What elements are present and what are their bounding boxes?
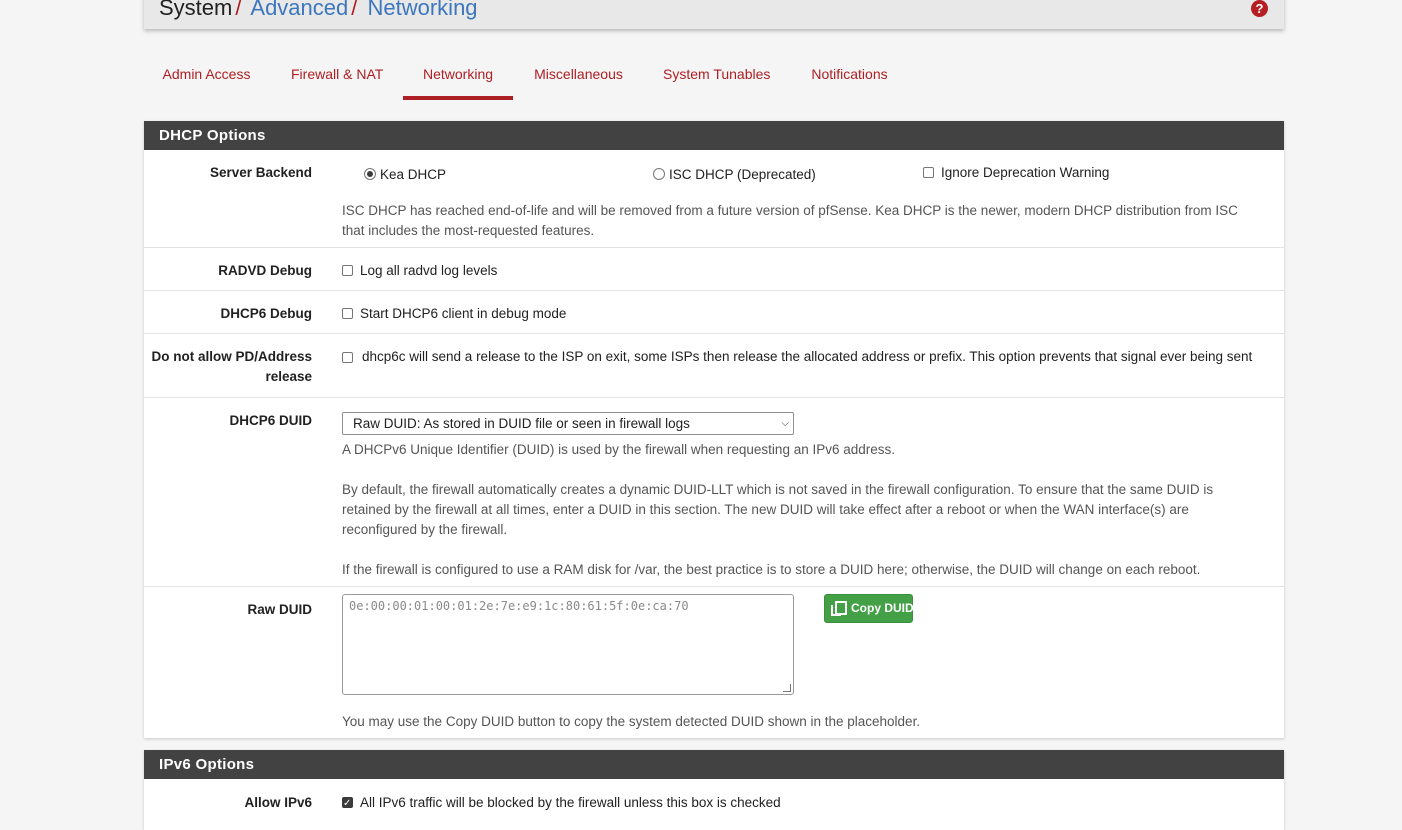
dhcp6-duid-label: DHCP6 DUID: [229, 413, 312, 428]
duid-help-1: A DHCPv6 Unique Identifier (DUID) is use…: [342, 442, 896, 457]
copy-duid-button[interactable]: Copy DUID: [824, 594, 914, 623]
no-release-checkbox[interactable]: [342, 352, 353, 363]
radvd-debug-row: RADVD Debug Log all radvd log levels: [144, 248, 1284, 291]
tab-miscellaneous[interactable]: Miscellaneous: [514, 50, 643, 98]
kea-dhcp-option[interactable]: Kea DHCP: [364, 165, 446, 185]
allow-ipv6-label: Allow IPv6: [244, 795, 312, 810]
tab-system-tunables[interactable]: System Tunables: [644, 50, 789, 98]
duid-type-selected: Raw DUID: As stored in DUID file or seen…: [353, 416, 690, 431]
radvd-debug-label: RADVD Debug: [218, 263, 312, 278]
panel-heading: IPv6 Options: [144, 750, 1284, 779]
dhcp-options-panel: DHCP Options Server Backend Kea DHCP ISC…: [144, 121, 1284, 738]
raw-duid-help: You may use the Copy DUID button to copy…: [342, 714, 921, 729]
dhcp6-debug-text: Start DHCP6 client in debug mode: [360, 306, 567, 321]
server-backend-label: Server Backend: [209, 165, 312, 180]
breadcrumb-advanced[interactable]: Advanced: [250, 0, 348, 20]
breadcrumb-separator: /: [351, 0, 358, 20]
isc-dhcp-radio[interactable]: [653, 168, 665, 180]
isc-dhcp-label: ISC DHCP (Deprecated): [669, 167, 816, 182]
breadcrumb: System / Advanced / Networking: [159, 0, 478, 20]
ipv6-options-panel: IPv6 Options Allow IPv6 All IPv6 traffic…: [144, 750, 1284, 830]
allow-ipv6-text: All IPv6 traffic will be blocked by the …: [360, 795, 781, 810]
ignore-deprecation-option[interactable]: Ignore Deprecation Warning: [923, 163, 1109, 183]
raw-duid-textarea[interactable]: 0e:00:00:01:00:01:2e:7e:e9:1c:80:61:5f:0…: [342, 594, 794, 695]
dhcp6-debug-label: DHCP6 Debug: [220, 306, 312, 321]
server-backend-help: ISC DHCP has reached end-of-life and wil…: [342, 203, 1238, 238]
dhcp6-debug-checkbox[interactable]: [342, 308, 353, 319]
server-backend-row: Server Backend Kea DHCP ISC DHCP (Deprec…: [144, 150, 1284, 248]
kea-dhcp-label: Kea DHCP: [380, 167, 447, 182]
duid-type-select[interactable]: Raw DUID: As stored in DUID file or seen…: [342, 412, 794, 435]
tab-networking[interactable]: Networking: [403, 50, 513, 100]
tab-admin-access[interactable]: Admin Access: [143, 50, 270, 98]
no-release-option[interactable]: dhcp6c will send a release to the ISP on…: [342, 347, 1260, 367]
dhcp6-duid-row: DHCP6 DUID Raw DUID: As stored in DUID f…: [144, 398, 1284, 587]
panel-heading: DHCP Options: [144, 121, 1284, 150]
radvd-debug-checkbox[interactable]: [342, 265, 353, 276]
radvd-debug-option[interactable]: Log all radvd log levels: [342, 261, 1260, 281]
no-release-text: dhcp6c will send a release to the ISP on…: [362, 349, 1253, 364]
raw-duid-placeholder: 0e:00:00:01:00:01:2e:7e:e9:1c:80:61:5f:0…: [349, 599, 689, 613]
allow-ipv6-option[interactable]: All IPv6 traffic will be blocked by the …: [342, 793, 1260, 814]
kea-dhcp-radio[interactable]: [364, 168, 376, 180]
tab-firewall-nat[interactable]: Firewall & NAT: [272, 50, 402, 98]
dhcp6-debug-row: DHCP6 Debug Start DHCP6 client in debug …: [144, 291, 1284, 334]
allow-ipv6-row: Allow IPv6 All IPv6 traffic will be bloc…: [144, 779, 1284, 829]
resize-grip-icon[interactable]: [783, 684, 791, 692]
tab-notifications[interactable]: Notifications: [790, 50, 909, 98]
page-header: System / Advanced / Networking ?: [144, 0, 1284, 29]
breadcrumb-networking[interactable]: Networking: [368, 0, 478, 20]
raw-duid-row: Raw DUID 0e:00:00:01:00:01:2e:7e:e9:1c:8…: [144, 587, 1284, 739]
duid-help-3: If the firewall is configured to use a R…: [342, 562, 1201, 577]
no-release-label: Do not allow PD/Address release: [151, 349, 312, 384]
dhcp6-debug-option[interactable]: Start DHCP6 client in debug mode: [342, 304, 1260, 324]
ignore-deprecation-label: Ignore Deprecation Warning: [941, 165, 1110, 180]
breadcrumb-separator: /: [235, 0, 242, 20]
isc-dhcp-option[interactable]: ISC DHCP (Deprecated): [653, 165, 816, 185]
ignore-deprecation-checkbox[interactable]: [923, 167, 934, 178]
allow-ipv6-checkbox[interactable]: [342, 794, 353, 814]
copy-duid-label: Copy DUID: [851, 601, 914, 615]
question-circle-icon[interactable]: ?: [1251, 0, 1268, 17]
copy-icon: [831, 601, 847, 617]
raw-duid-label: Raw DUID: [247, 602, 312, 617]
duid-help-2: By default, the firewall automatically c…: [342, 482, 1214, 537]
chevron-down-icon: ⌵: [781, 418, 789, 429]
breadcrumb-root: System: [159, 0, 233, 20]
no-release-row: Do not allow PD/Address release dhcp6c w…: [144, 334, 1284, 398]
radvd-debug-text: Log all radvd log levels: [360, 263, 498, 278]
